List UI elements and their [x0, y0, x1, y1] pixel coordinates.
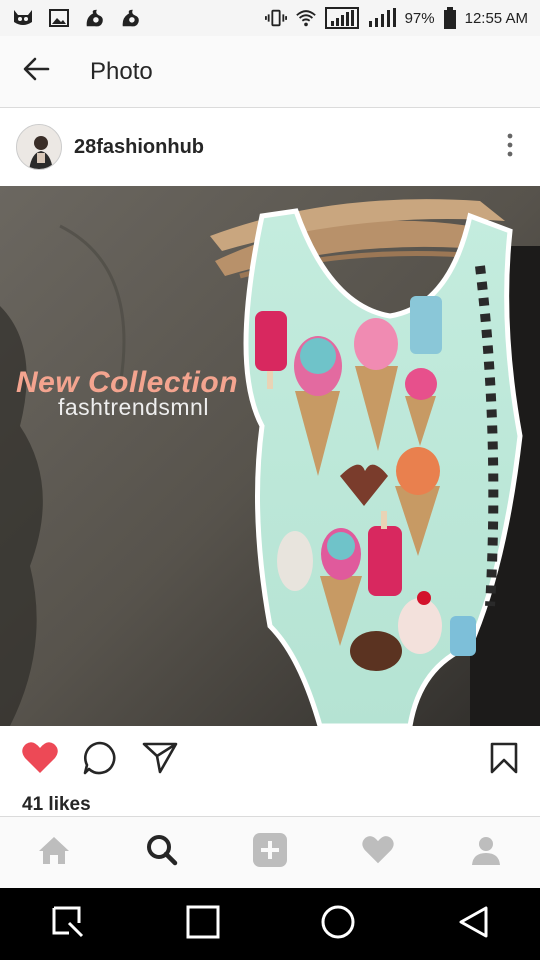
- page-title: Photo: [90, 57, 153, 85]
- add-icon: [252, 832, 288, 873]
- recents-icon: [51, 905, 85, 944]
- comment-button[interactable]: [70, 730, 130, 790]
- status-time: 12:55 AM: [464, 9, 528, 27]
- bookmark-icon: [490, 742, 518, 779]
- post-photo[interactable]: New Collection fashtrendsmnl: [0, 186, 540, 726]
- uc-browser-icon: [84, 7, 106, 29]
- signal-icon: [324, 7, 359, 29]
- post-username[interactable]: 28fashionhub: [74, 136, 204, 159]
- nav-home[interactable]: [24, 823, 84, 883]
- comment-icon: [82, 740, 118, 781]
- wifi-icon: [295, 7, 317, 29]
- battery-percent: 97%: [404, 9, 435, 27]
- profile-icon: [470, 834, 502, 871]
- circle-home-icon: [320, 904, 356, 945]
- nav-add[interactable]: [240, 823, 300, 883]
- likes-count[interactable]: 41 likes: [22, 794, 91, 816]
- send-icon: [142, 741, 178, 780]
- avatar[interactable]: [16, 124, 62, 170]
- status-bar: 97% 12:55 AM: [0, 0, 540, 36]
- app-bar: Photo: [0, 36, 540, 108]
- like-button[interactable]: [10, 730, 70, 790]
- swimsuit-photo: [0, 186, 540, 726]
- back-triangle-icon: [457, 905, 489, 944]
- bottom-nav: [0, 816, 540, 888]
- battery-icon: [443, 7, 457, 29]
- more-vertical-icon: [506, 132, 514, 163]
- post-header: 28fashionhub: [0, 109, 540, 185]
- vibrate-icon: [264, 7, 287, 29]
- home-icon: [37, 835, 71, 870]
- nav-profile[interactable]: [456, 823, 516, 883]
- heart-filled-icon: [21, 741, 59, 780]
- system-nav-bar: [0, 888, 540, 960]
- more-options-button[interactable]: [488, 117, 532, 177]
- back-nav-button[interactable]: [441, 892, 505, 956]
- home-square-icon: [186, 905, 220, 944]
- image-icon: [48, 7, 70, 29]
- arrow-back-icon: [22, 55, 50, 88]
- nav-search[interactable]: [132, 823, 192, 883]
- back-button[interactable]: [0, 36, 72, 108]
- home-square-button[interactable]: [171, 892, 235, 956]
- nav-activity[interactable]: [348, 823, 408, 883]
- recents-button[interactable]: [36, 892, 100, 956]
- activity-icon: [361, 835, 395, 870]
- save-button[interactable]: [474, 730, 534, 790]
- overlay-subtitle: fashtrendsmnl: [58, 394, 209, 420]
- cat-icon: [12, 7, 34, 29]
- home-circle-button[interactable]: [306, 892, 370, 956]
- uc-browser-icon: [120, 7, 142, 29]
- search-icon: [146, 834, 178, 871]
- post-actions: [0, 726, 540, 794]
- signal-icon: [367, 7, 397, 29]
- share-button[interactable]: [130, 730, 190, 790]
